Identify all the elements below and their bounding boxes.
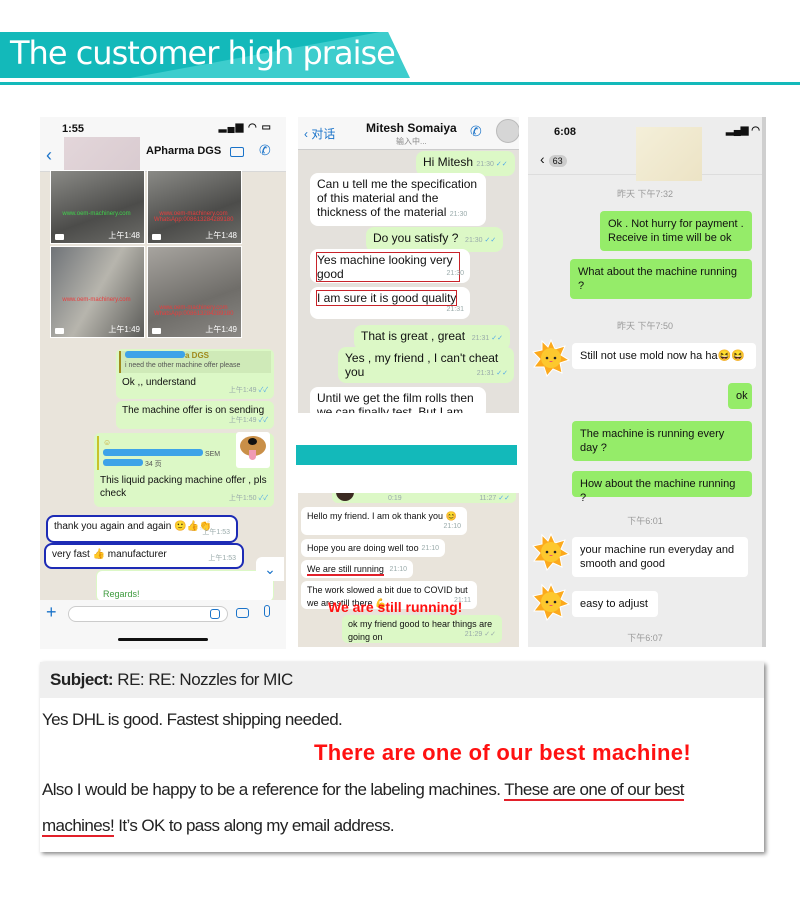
message-bubble: Hello my friend. I am ok thank you 😊 21:1… [301,507,467,535]
message-bubble: ☺ SEM 34 页 This liquid packing machine o… [94,432,274,507]
message-bubble: ok [728,383,752,409]
email-line: machines! It’s OK to pass along my email… [42,816,395,837]
section-banner: The customer high praise [0,32,420,78]
contact-name: Mitesh Somaiya [366,121,457,135]
message-bubble: Ok . Not hurry for payment . Receive in … [600,211,752,251]
back-icon[interactable]: ‹ [46,145,52,166]
message-bubble: your machine run everyday and smooth and… [572,537,748,577]
whatsapp-screenshot-3: 0:19 11:27 ✓✓ Hello my friend. I am ok t… [298,493,519,647]
video-thumbnail[interactable]: www.oem-machinery.com 上午1:49 [50,246,145,338]
home-indicator [118,638,208,641]
wechat-screenshot: 6:08 ▂▄▆ ◠ ‹ 63 昨天 下午7:32 Ok . Not hurry… [528,117,766,647]
annotation-text: There are one of our best machine! [314,740,691,765]
plus-icon[interactable]: + [46,602,57,623]
message-bubble: Still not use mold now ha ha😆😆 [572,343,756,369]
message-bubble: very fast 👍 manufacturer 上午1:53 [44,543,244,569]
quoted-document: ☺ SEM 34 页 [97,432,270,470]
video-thumbnail[interactable]: www.oem-machinery.com WhatsApp:008613284… [147,246,242,338]
message-input[interactable] [68,606,228,622]
phone-icon[interactable]: ✆ [470,123,482,140]
message-bubble: easy to adjust [572,591,658,617]
input-bar: + [40,600,286,649]
email-excerpt: Subject: RE: RE: Nozzles for MIC Yes DHL… [40,662,764,852]
video-icon [152,234,161,240]
back-button[interactable]: ‹ 63 [540,151,567,167]
timestamp: 昨天 下午7:32 [616,189,674,199]
video-call-icon[interactable] [230,147,244,157]
message-bubble: The machine is running every day ? [572,421,752,461]
divider [0,82,800,85]
whatsapp-screenshot-1: 1:55 ▂▄▆ ◠ ▭ ‹ APharma DGS ✆ www.oem-mac… [40,117,286,649]
chat-header: ‹ 对话 Mitesh Somaiya 输入中... ✆ [298,117,519,150]
page-title: The customer high praise [10,34,396,72]
message-bubble: a DGS i need the other machine offer ple… [116,349,274,399]
typing-status: 输入中... [396,137,427,146]
voice-message[interactable]: 0:19 11:27 ✓✓ [332,493,516,503]
message-bubble: ok my friend good to hear things are goi… [342,615,502,643]
sticker-icon[interactable] [210,609,220,619]
status-time: 6:08 [554,126,577,138]
status-icons: ▂▄▆ ◠ [726,125,760,136]
timestamp: 昨天 下午7:50 [616,321,674,331]
phone-icon[interactable]: ✆ [259,142,271,159]
contact-name: APharma DGS [146,145,222,157]
message-bubble: Hope you are doing well too 21:10 [301,539,445,557]
message-bubble: Yes , my friend , I can't cheat you 21:3… [338,347,514,383]
chat-header: 6:08 ▂▄▆ ◠ ‹ 63 [528,117,762,181]
timestamp: 下午6:07 [627,633,663,643]
chat-header: 1:55 ▂▄▆ ◠ ▭ ‹ APharma DGS ✆ [40,117,286,172]
timestamp: 下午6:01 [627,516,663,526]
dog-sticker-icon [236,432,270,468]
message-bubble: The machine offer is on sending 上午1:49 ✓… [116,401,274,429]
message-bubble: Regards! [96,570,274,602]
contact-avatar[interactable] [496,119,519,143]
quoted-message: a DGS i need the other machine offer ple… [119,351,271,373]
sun-avatar-icon[interactable] [532,582,571,621]
microphone-icon[interactable] [264,605,270,617]
message-bubble: What about the machine running ? [570,259,752,299]
video-icon [55,328,64,334]
unread-badge: 63 [548,155,567,167]
back-button[interactable]: ‹ 对话 [304,125,335,142]
video-icon [152,328,161,334]
message-bubble: I am sure it is good quality 21:31 [310,287,470,319]
message-bubble: How about the machine running ? [572,471,752,504]
message-bubble: Yes machine looking very good 21:30 [310,249,470,283]
email-subject: Subject: RE: RE: Nozzles for MIC [40,662,764,698]
email-line: Yes DHL is good. Fastest shipping needed… [42,710,343,729]
video-thumbnail[interactable]: www.oem-machinery.com 上午1:48 [50,170,145,244]
message-bubble: Can u tell me the specification of this … [310,173,486,226]
sun-avatar-icon[interactable] [532,338,571,377]
email-line: Also I would be happy to be a reference … [42,780,685,801]
scroll-down-button[interactable]: ⌄ [256,557,284,581]
camera-icon[interactable] [236,608,249,618]
message-bubble: Until we get the film rolls then we can … [310,387,486,413]
status-time: 1:55 [62,123,85,135]
video-thumbnail[interactable]: www.oem-machinery.com WhatsApp:008613284… [147,170,242,244]
video-icon [55,234,64,240]
whatsapp-screenshot-2: ‹ 对话 Mitesh Somaiya 输入中... ✆ Hi Mitesh 2… [298,117,519,413]
annotation-text: We are still running! [328,599,463,615]
message-bubble: thank you again and again 🙂👍👏 上午1:53 [46,515,238,543]
sun-avatar-icon[interactable] [532,532,571,571]
blurred-avatar [64,137,140,171]
blurred-contact [636,127,702,181]
avatar [336,493,354,501]
message-bubble: We are still running 21:10 [301,560,413,578]
divider-bar [296,445,517,465]
status-icons: ▂▄▆ ◠ ▭ [218,122,272,133]
